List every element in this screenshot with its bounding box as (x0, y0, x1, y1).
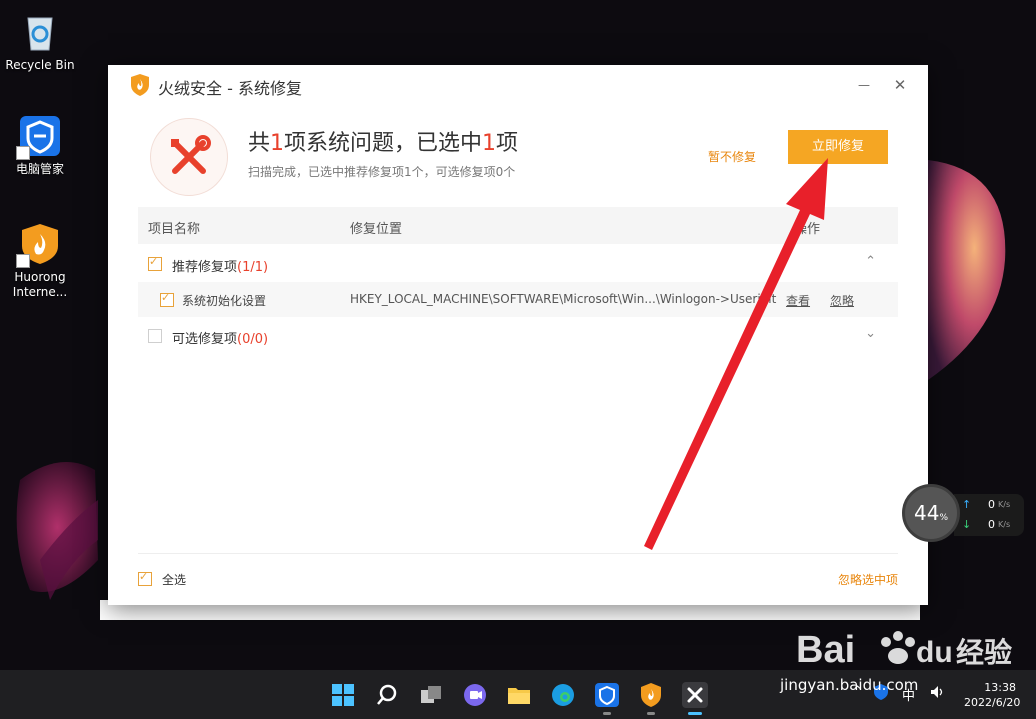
gauge-percent-unit: % (939, 513, 948, 523)
huorong-logo-icon (130, 74, 150, 96)
item-name: 系统初始化设置 (182, 294, 267, 308)
title-bar[interactable]: 火绒安全 - 系统修复 — ✕ (108, 65, 928, 105)
group-label: 推荐修复项 (172, 260, 238, 275)
column-action: 操作 (794, 222, 821, 237)
group-optional[interactable]: 可选修复项(0/0) ⌄ (138, 317, 898, 353)
desktop-icon-recycle-bin[interactable]: Recycle Bin (0, 10, 80, 73)
huorong-flame-icon (16, 222, 62, 268)
close-button[interactable]: ✕ (890, 75, 910, 95)
memory-usage-gauge[interactable]: 44% (902, 484, 960, 542)
group-label: 可选修复项 (172, 332, 238, 347)
select-all-label[interactable]: 全选 (162, 573, 186, 587)
upload-unit: K/s (998, 500, 1011, 509)
item-checkbox[interactable] (160, 291, 174, 307)
task-view-icon[interactable] (418, 682, 444, 708)
shortcut-arrow-icon (16, 146, 30, 160)
running-indicator (647, 712, 655, 715)
search-icon[interactable] (374, 682, 400, 708)
table-header: 项目名称 修复位置 操作 (138, 207, 898, 244)
running-indicator (688, 712, 702, 715)
huorong-taskbar-icon[interactable] (638, 682, 664, 708)
table-row: 系统初始化设置 HKEY_LOCAL_MACHINE\SOFTWARE\Micr… (138, 282, 898, 317)
repair-now-button[interactable]: 立即修复 (788, 130, 888, 164)
scan-result-summary: 扫描完成，已选中推荐修复项1个，可选修复项0个 (248, 165, 516, 179)
pc-manager-icon (16, 114, 62, 160)
shortcut-arrow-icon (16, 254, 30, 268)
download-arrow-icon: ↓ (962, 518, 972, 531)
start-button[interactable] (330, 682, 356, 708)
column-repair-location: 修复位置 (350, 222, 403, 237)
desktop-icon-label: 电脑管家 (15, 162, 64, 176)
group-recommended-checkbox[interactable] (148, 255, 162, 271)
group-optional-checkbox[interactable] (148, 329, 162, 343)
item-path: HKEY_LOCAL_MACHINE\SOFTWARE\Microsoft\Wi… (350, 292, 777, 306)
file-explorer-icon[interactable] (506, 682, 532, 708)
running-indicator (603, 712, 611, 715)
edge-browser-icon[interactable] (550, 682, 576, 708)
system-repair-window: 火绒安全 - 系统修复 — ✕ 共1项系统问题，已选中1项 扫描完成，已选中推荐… (108, 65, 928, 605)
chat-icon[interactable] (462, 682, 488, 708)
select-all-checkbox[interactable] (138, 570, 152, 586)
watermark-url: jingyan.baidu.com (780, 676, 919, 694)
download-unit: K/s (998, 520, 1011, 529)
upload-arrow-icon: ↑ (962, 498, 972, 511)
recycle-bin-icon (18, 10, 62, 54)
minimize-button[interactable]: — (854, 75, 874, 95)
group-recommended[interactable]: 推荐修复项(1/1) ⌃ (138, 245, 898, 281)
repair-tool-taskbar-icon[interactable] (682, 682, 708, 708)
skip-repair-link[interactable]: 暂不修复 (708, 148, 756, 165)
scan-result-headline: 共1项系统问题，已选中1项 (248, 131, 519, 156)
network-speed-panel: ↑ 0 K/s ↓ 0 K/s (954, 494, 1024, 536)
group-count: (0/0) (237, 332, 269, 347)
ignore-link[interactable]: 忽略 (830, 292, 854, 309)
repair-tools-icon (150, 118, 228, 196)
view-link[interactable]: 查看 (786, 292, 810, 309)
group-count: (1/1) (237, 260, 269, 275)
clock-date: 2022/6/20 (964, 696, 1021, 709)
download-speed: 0 (988, 518, 995, 531)
desktop-icon-pc-manager[interactable]: 电脑管家 (0, 114, 80, 177)
desktop-icon-label: Huorong Interne... (12, 270, 68, 299)
svg-text:Bai: Bai (796, 629, 855, 671)
column-item-name: 项目名称 (148, 222, 201, 237)
window-title: 火绒安全 - 系统修复 (158, 79, 302, 98)
chevron-down-icon[interactable]: ⌄ (865, 326, 876, 341)
chevron-up-icon[interactable]: ⌃ (865, 254, 876, 269)
svg-text:经验: 经验 (956, 636, 1012, 669)
ignore-selected-link[interactable]: 忽略选中项 (838, 571, 898, 588)
gauge-percent: 44 (913, 501, 940, 525)
desktop-icon-huorong[interactable]: Huorong Interne... (0, 222, 80, 300)
svg-text:du: du (916, 636, 953, 669)
pc-manager-taskbar-icon[interactable] (594, 682, 620, 708)
footer-divider (138, 553, 898, 554)
upload-speed: 0 (988, 498, 995, 511)
desktop-icon-label: Recycle Bin (5, 58, 75, 72)
